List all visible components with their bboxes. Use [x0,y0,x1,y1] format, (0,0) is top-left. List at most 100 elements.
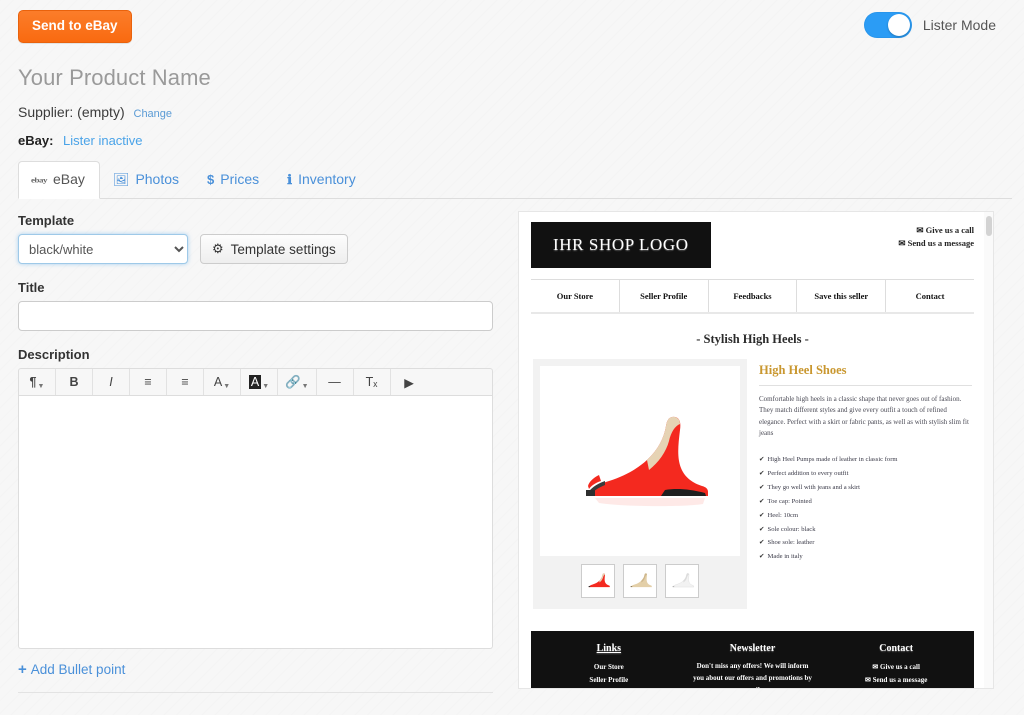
template-select[interactable]: black/white [18,234,188,264]
paragraph-format-button[interactable]: ¶▼ [19,369,56,395]
preview-footer: Links Our Store Seller Profile Feedbacks… [531,631,974,689]
description-editor: ¶▼ B I ≡ ≡ A▼ A▼ 🔗▼ — Tₓ ▶︎ [18,368,493,649]
unordered-list-button[interactable]: ≡ [130,369,167,395]
ebay-status-row: eBay: Lister inactive [18,133,1024,148]
bold-button[interactable]: B [56,369,93,395]
add-bullet-point-button[interactable]: + Add Bullet point [18,661,490,678]
supplier-label: Supplier: [18,104,73,120]
horizontal-rule-button[interactable]: — [317,369,354,395]
product-header: Your Product Name Supplier: (empty) Chan… [0,52,1024,148]
text-color-button[interactable]: A▼ [204,369,241,395]
preview-footer-link-feedbacks[interactable]: Feedbacks [537,687,681,689]
dollar-icon: $ [207,171,214,189]
preview-nav-seller-profile[interactable]: Seller Profile [620,280,709,312]
preview-nav-our-store[interactable]: Our Store [531,280,620,312]
listing-preview-panel: IHR SHOP LOGO ✉︎ Give us a call ✉︎ Send … [518,211,994,689]
toggle-knob [888,14,910,36]
info-icon: ℹ [287,171,292,189]
tab-inventory[interactable]: ℹ Inventory [274,161,371,198]
editor-toolbar: ¶▼ B I ≡ ≡ A▼ A▼ 🔗▼ — Tₓ ▶︎ [18,368,493,396]
template-row: black/white ⚙ Template settings [18,234,490,264]
thumbnail-red-heel[interactable] [581,564,615,598]
gears-icon: ⚙ [212,241,224,257]
add-bullet-point-label: Add Bullet point [31,662,126,677]
title-field-group: Title [18,280,490,331]
tab-ebay-label: eBay [53,170,85,190]
preview-thumbnails [540,556,740,602]
insert-link-button[interactable]: 🔗▼ [278,369,317,395]
shop-logo: IHR SHOP LOGO [531,222,711,268]
tab-inventory-label: Inventory [298,170,356,190]
preview-scrollbar[interactable] [984,212,993,688]
preview-main-image[interactable] [540,366,740,556]
envelope-icon: ✉︎ [865,676,871,684]
italic-button[interactable]: I [93,369,130,395]
send-to-ebay-button[interactable]: Send to eBay [18,10,132,43]
preview-nav-contact[interactable]: Contact [886,280,974,312]
preview-header-contact: ✉︎ Give us a call ✉︎ Send us a message [898,222,974,250]
preview-feature-list: ✔High Heel Pumps made of leather in clas… [759,453,972,564]
phone-icon: ✉︎ [872,663,878,671]
ordered-list-button[interactable]: ≡ [167,369,204,395]
list-item: ✔Made in italy [759,550,972,564]
preview-footer-contact-heading: Contact [824,643,968,654]
supplier-value: (empty) [77,104,124,120]
preview-nav: Our Store Seller Profile Feedbacks Save … [531,279,974,314]
preview-heading-rule [759,385,972,386]
preview-footer-newsletter: Newsletter Don't miss any offers! We wil… [681,643,825,689]
preview-scrollbar-thumb[interactable] [986,216,992,236]
tab-prices[interactable]: $ Prices [194,161,274,198]
list-item: ✔Sole colour: black [759,523,972,537]
preview-footer-contact: Contact ✉︎ Give us a call ✉︎ Send us a m… [824,643,968,689]
check-icon: ✔ [759,553,765,560]
title-input[interactable] [18,301,493,331]
give-us-a-call-link[interactable]: ✉︎ Give us a call [898,224,974,237]
template-settings-button[interactable]: ⚙ Template settings [200,234,348,264]
background-color-button[interactable]: A▼ [241,369,278,395]
preview-product-info: High Heel Shoes Comfortable high heels i… [759,359,972,609]
thumbnail-white-heel[interactable] [665,564,699,598]
preview-nav-feedbacks[interactable]: Feedbacks [709,280,798,312]
preview-nav-save-this-seller[interactable]: Save this seller [797,280,886,312]
listing-form: Template black/white ⚙ Template settings… [0,199,508,693]
list-item: ✔Perfect addition to every outfit [759,467,972,481]
supplier-row: Supplier: (empty) Change [18,104,1024,120]
preview-footer-link-our-store[interactable]: Our Store [537,661,681,674]
supplier-change-link[interactable]: Change [134,108,173,120]
description-textarea[interactable] [18,396,493,649]
check-icon: ✔ [759,526,765,533]
ebay-label: eBay: [18,133,53,148]
list-item: ✔They go well with jeans and a skirt [759,481,972,495]
preview-footer-newsletter-heading: Newsletter [681,643,825,654]
clear-formatting-button[interactable]: Tₓ [354,369,391,395]
ebay-logo-icon: ebay [31,175,47,185]
form-divider [18,692,493,693]
preview-footer-give-us-a-call[interactable]: ✉︎ Give us a call [824,661,968,674]
preview-footer-links: Links Our Store Seller Profile Feedbacks… [537,643,681,689]
send-us-a-message-link[interactable]: ✉︎ Send us a message [898,237,974,250]
tab-photos[interactable]: 🖼 Photos [100,161,194,198]
lister-mode-toggle[interactable] [864,12,912,38]
check-icon: ✔ [759,512,765,519]
give-us-a-call-label: Give us a call [926,225,974,235]
app-root: Send to eBay Lister Mode Your Product Na… [0,0,1024,715]
lister-mode-label: Lister Mode [923,17,996,33]
photos-icon: 🖼 [113,171,130,189]
check-icon: ✔ [759,470,765,477]
preview-body: High Heel Shoes Comfortable high heels i… [519,359,986,609]
description-label: Description [18,347,490,362]
ebay-status-link[interactable]: Lister inactive [63,133,142,148]
check-icon: ✔ [759,484,765,491]
phone-icon: ✉︎ [916,225,923,235]
tab-ebay[interactable]: ebay eBay [18,161,100,199]
preview-footer-send-us-a-message[interactable]: ✉︎ Send us a message [824,674,968,687]
top-bar: Send to eBay Lister Mode [0,0,1024,52]
preview-gallery [533,359,747,609]
send-us-a-message-label: Send us a message [908,238,974,248]
preview-footer-link-seller-profile[interactable]: Seller Profile [537,674,681,687]
thumbnail-beige-heel[interactable] [623,564,657,598]
page-title: Your Product Name [18,65,1024,91]
insert-video-button[interactable]: ▶︎ [391,369,428,395]
preview-product-heading: High Heel Shoes [759,363,972,378]
check-icon: ✔ [759,498,765,505]
